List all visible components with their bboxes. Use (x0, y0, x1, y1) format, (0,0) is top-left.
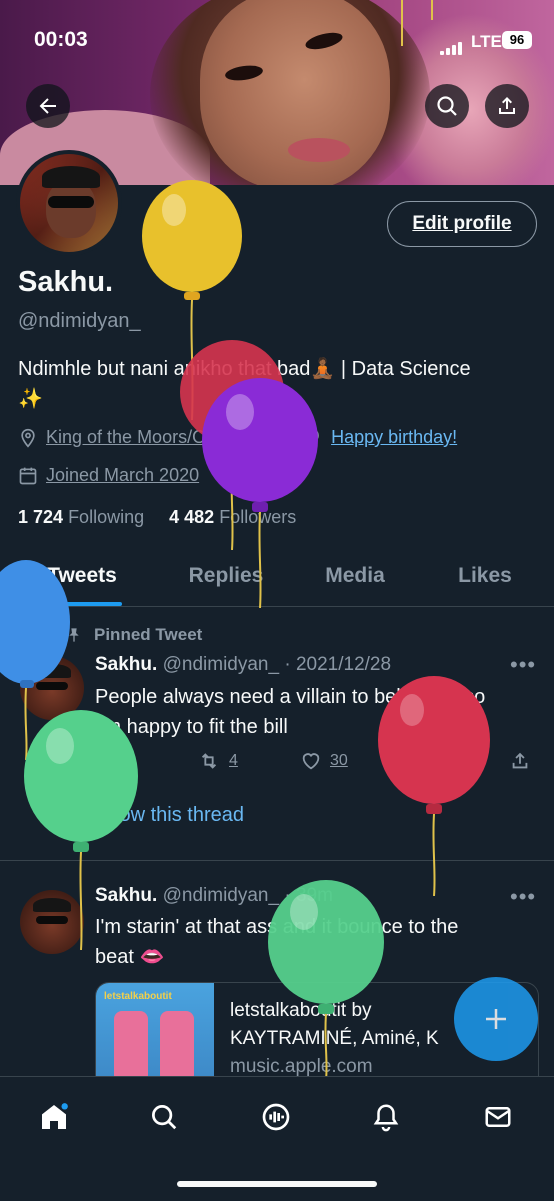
share-button[interactable] (485, 84, 529, 128)
bell-icon (373, 1104, 399, 1132)
profile-handle: @ndimidyan_ (18, 310, 141, 332)
back-button[interactable] (26, 84, 70, 128)
heart-icon (302, 753, 320, 770)
search-icon (152, 1105, 177, 1130)
balloon-green (268, 880, 384, 1080)
tweet-header: Sakhu. @ndimidyan_ · 2021/12/28 (95, 654, 391, 676)
home-indicator (177, 1181, 377, 1187)
pinned-label: Pinned Tweet (66, 625, 202, 645)
like-button[interactable]: 30 (300, 750, 348, 772)
nav-search[interactable] (144, 1097, 184, 1137)
network-label: LTE (471, 32, 502, 51)
tweet-more-icon[interactable]: ••• (510, 652, 536, 678)
nav-messages[interactable] (478, 1097, 518, 1137)
balloon-purple (202, 378, 318, 608)
balloon-green (24, 710, 138, 950)
search-button[interactable] (425, 84, 469, 128)
retweet-icon (201, 753, 217, 769)
tweet-more-icon[interactable]: ••• (510, 884, 536, 910)
profile-avatar[interactable] (16, 150, 122, 256)
mail-icon (485, 1107, 511, 1127)
joined-date: Joined March 2020 (46, 465, 200, 485)
upload-icon (512, 752, 528, 769)
calendar-icon (19, 467, 37, 484)
status-time: 00:03 (34, 28, 88, 51)
tweet-author-handle: @ndimidyan_ (162, 885, 280, 906)
compose-tweet-button[interactable] (454, 977, 538, 1061)
tweet-author-name[interactable]: Sakhu. (95, 654, 157, 675)
balloon-red (378, 676, 490, 896)
profile-name: Sakhu. (18, 266, 114, 298)
tab-likes[interactable]: Likes (425, 546, 545, 606)
nav-home[interactable] (34, 1097, 74, 1137)
tweet-author-handle: @ndimidyan_ (162, 654, 280, 675)
retweet-button[interactable]: 4 (197, 750, 238, 772)
birthday-link[interactable]: Happy birthday! (331, 427, 457, 448)
home-icon (42, 1103, 68, 1129)
spaces-icon (262, 1103, 290, 1131)
following-link[interactable]: 1 724 Following (18, 507, 144, 527)
back-arrow-icon (39, 98, 56, 114)
tweet-time: · 2021/12/28 (284, 654, 392, 675)
battery-icon: 96 (502, 31, 532, 49)
joined-row: Joined March 2020 (18, 465, 199, 486)
share-icon (499, 97, 515, 114)
plus-icon (486, 1009, 506, 1029)
banner-lips (288, 138, 350, 162)
nav-notifications[interactable] (366, 1097, 406, 1137)
signal-icon (440, 37, 464, 55)
nav-spaces[interactable] (256, 1097, 296, 1137)
status-bar: 00:03 LTE 96 (0, 0, 554, 80)
location-pin-icon (21, 428, 35, 448)
share-tweet-button[interactable] (509, 750, 531, 772)
edit-profile-button[interactable]: Edit profile (387, 201, 537, 247)
search-icon (437, 96, 457, 116)
